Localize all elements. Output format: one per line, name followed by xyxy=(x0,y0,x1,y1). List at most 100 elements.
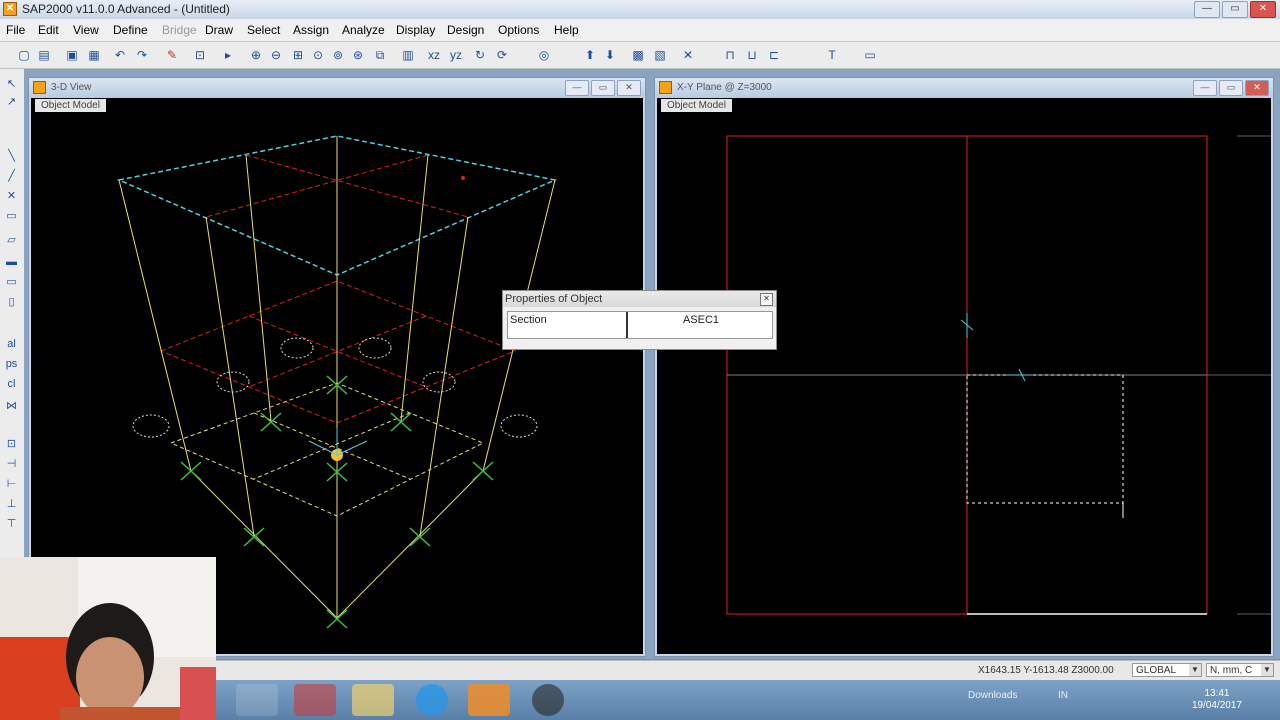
section-value[interactable]: ASEC1 xyxy=(630,312,772,338)
window-controls: — ▭ ✕ xyxy=(1194,1,1276,18)
pencil-icon[interactable]: ✎ xyxy=(164,47,180,63)
frame-icon[interactable]: ▧ xyxy=(652,47,668,63)
pointer-icon[interactable]: ↖ xyxy=(4,77,19,92)
menu-define[interactable]: Define xyxy=(113,23,148,37)
draw-rect-icon[interactable]: ▬ xyxy=(4,255,19,270)
view-xy-close-button[interactable]: ✕ xyxy=(1245,80,1269,96)
minimize-button[interactable]: — xyxy=(1194,1,1220,18)
language-indicator[interactable]: IN xyxy=(1058,690,1068,701)
app-swirl-icon[interactable] xyxy=(236,684,278,716)
menu-bridge[interactable]: Bridge xyxy=(162,23,197,37)
chevron-down-icon: ▼ xyxy=(1189,664,1201,676)
view-3d-icon[interactable]: ⧉ xyxy=(372,47,388,63)
new-icon[interactable]: ▢ xyxy=(16,47,32,63)
menu-draw[interactable]: Draw xyxy=(205,23,233,37)
select-clear-icon[interactable]: cl xyxy=(4,377,19,392)
menu-analyze[interactable]: Analyze xyxy=(342,23,385,37)
sap2000-icon[interactable] xyxy=(468,684,510,716)
view-xy-caption: X-Y Plane @ Z=3000 — ▭ ✕ xyxy=(655,78,1273,98)
menu-options[interactable]: Options xyxy=(498,23,539,37)
down-arrow-icon[interactable]: ⬇ xyxy=(602,47,618,63)
reshape-icon[interactable]: ↗ xyxy=(4,95,19,110)
properties-dialog[interactable]: Properties of Object ✕ Section ASEC1 xyxy=(502,290,777,350)
properties-dialog-title: Properties of Object ✕ xyxy=(503,291,776,307)
properties-title-text: Properties of Object xyxy=(505,293,603,305)
draw-brace-icon[interactable]: ✕ xyxy=(4,189,19,204)
undo-icon[interactable]: ↶ xyxy=(112,47,128,63)
tray-downloads[interactable]: Downloads xyxy=(968,690,1017,701)
save-as-icon[interactable]: ▦ xyxy=(86,47,102,63)
section-label: Section xyxy=(508,312,628,338)
menu-file[interactable]: File xyxy=(6,23,25,37)
view-3d-restore-button[interactable]: ▭ xyxy=(591,80,615,96)
sap2000-logo-icon[interactable]: ✕ xyxy=(3,2,17,16)
menu-select[interactable]: Select xyxy=(247,23,280,37)
zoom-all-icon[interactable]: ⊚ xyxy=(330,47,346,63)
draw-area-icon[interactable]: ▭ xyxy=(4,209,19,224)
units-select[interactable]: N, mm, C ▼ xyxy=(1206,663,1274,677)
run-icon[interactable]: ▸ xyxy=(220,47,236,63)
folder-icon[interactable] xyxy=(352,684,394,716)
skype-icon[interactable] xyxy=(416,684,448,716)
coordinate-system-select[interactable]: GLOBAL ▼ xyxy=(1132,663,1202,677)
view-3d-close-button[interactable]: ✕ xyxy=(617,80,641,96)
select-intersect-icon[interactable]: ⋈ xyxy=(4,399,19,414)
snap-perp-icon[interactable]: ⊤ xyxy=(4,517,19,532)
view-3d-minimize-button[interactable]: — xyxy=(565,80,589,96)
view-window-xy[interactable]: X-Y Plane @ Z=3000 — ▭ ✕ Object Model xyxy=(654,77,1274,657)
snap-point-icon[interactable]: ⊡ xyxy=(4,437,19,452)
snap-intersect-icon[interactable]: ⊥ xyxy=(4,497,19,512)
redo-icon[interactable]: ↷ xyxy=(134,47,150,63)
select-all-icon[interactable]: al xyxy=(4,337,19,352)
window-title: SAP2000 v11.0.0 Advanced - (Untitled) xyxy=(22,2,230,16)
select-prev-icon[interactable]: ps xyxy=(4,357,19,372)
close-button[interactable]: ✕ xyxy=(1250,1,1276,18)
cross-icon[interactable]: ✕ xyxy=(680,47,696,63)
view-xz-icon[interactable]: xz xyxy=(426,47,442,63)
up-arrow-icon[interactable]: ⬆ xyxy=(582,47,598,63)
view-xy-minimize-button[interactable]: — xyxy=(1193,80,1217,96)
maximize-button[interactable]: ▭ xyxy=(1222,1,1248,18)
view-xy-restore-button[interactable]: ▭ xyxy=(1219,80,1243,96)
view-xy-canvas[interactable]: Object Model xyxy=(657,98,1271,654)
view-yz-icon[interactable]: yz xyxy=(448,47,464,63)
save-icon[interactable]: ▣ xyxy=(64,47,80,63)
menu-edit[interactable]: Edit xyxy=(38,23,59,37)
app-cube-icon[interactable] xyxy=(294,684,336,716)
snap-end-icon[interactable]: ⊣ xyxy=(4,457,19,472)
grid2-icon[interactable]: ⊔ xyxy=(744,47,760,63)
webcam-person-image xyxy=(0,557,216,720)
open-icon[interactable]: ▤ xyxy=(36,47,52,63)
snap-mid-icon[interactable]: ⊢ xyxy=(4,477,19,492)
draw-solid-icon[interactable]: ▯ xyxy=(4,295,19,310)
menu-design[interactable]: Design xyxy=(447,23,484,37)
zoom-window-icon[interactable]: ⊞ xyxy=(290,47,306,63)
menu-display[interactable]: Display xyxy=(396,23,435,37)
view-xy-title: X-Y Plane @ Z=3000 xyxy=(677,82,772,93)
grid-icon[interactable]: ⊓ xyxy=(722,47,738,63)
view-xy-icon[interactable]: ▥ xyxy=(400,47,416,63)
menu-view[interactable]: View xyxy=(73,23,99,37)
draw-frame2-icon[interactable]: ╱ xyxy=(4,169,19,184)
lock-icon[interactable]: ⊡ xyxy=(192,47,208,63)
zoom-in-icon[interactable]: ⊕ xyxy=(248,47,264,63)
refresh-icon[interactable]: ⟳ xyxy=(494,47,510,63)
media-icon[interactable] xyxy=(532,684,564,716)
text-icon[interactable]: T xyxy=(824,47,840,63)
draw-poly-icon[interactable]: ▱ xyxy=(4,233,19,248)
zoom-prev-icon[interactable]: ⊙ xyxy=(310,47,326,63)
screen-icon[interactable]: ▭ xyxy=(862,47,878,63)
clock[interactable]: 13:41 19/04/2017 xyxy=(1192,688,1242,712)
draw-frame-icon[interactable]: ╲ xyxy=(4,149,19,164)
grid3-icon[interactable]: ⊏ xyxy=(766,47,782,63)
display-icon[interactable]: ▩ xyxy=(630,47,646,63)
main-toolbar: ▢ ▤ ▣ ▦ ↶ ↷ ✎ ⊡ ▸ ⊕ ⊖ ⊞ ⊙ ⊚ ⊛ ⧉ ▥ xz yz … xyxy=(0,42,1280,69)
menu-help[interactable]: Help xyxy=(554,23,579,37)
draw-quad-icon[interactable]: ▭ xyxy=(4,275,19,290)
menu-assign[interactable]: Assign xyxy=(293,23,329,37)
dialog-close-icon[interactable]: ✕ xyxy=(760,293,773,306)
rotate-icon[interactable]: ↻ xyxy=(472,47,488,63)
show-icon[interactable]: ◎ xyxy=(536,47,552,63)
zoom-step-icon[interactable]: ⊛ xyxy=(350,47,366,63)
zoom-out-icon[interactable]: ⊖ xyxy=(268,47,284,63)
